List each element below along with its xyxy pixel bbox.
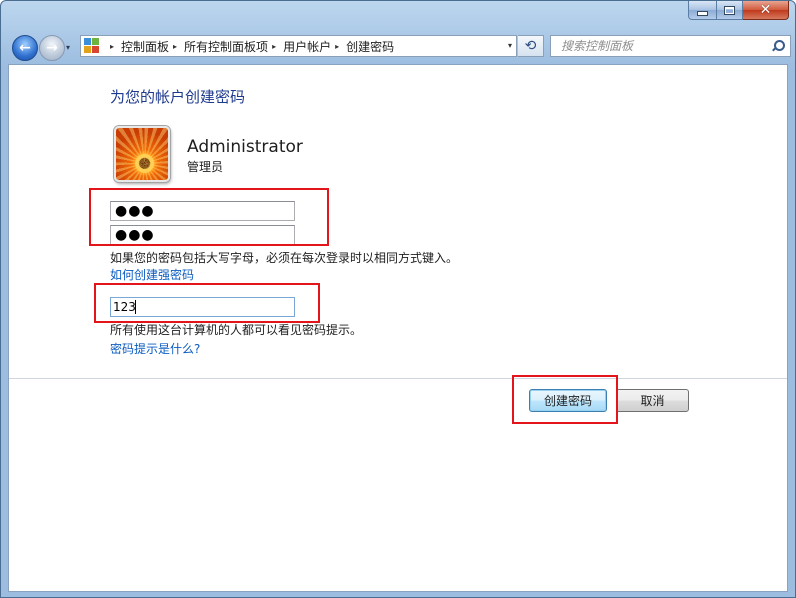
case-sensitivity-note: 如果您的密码包括大写字母，必须在每次登录时以相同方式键入。	[110, 251, 459, 265]
account-role: 管理员	[187, 160, 224, 174]
back-arrow-icon: ←	[19, 40, 31, 56]
breadcrumb-separator[interactable]: ▸	[335, 42, 339, 51]
strong-password-link[interactable]: 如何创建强密码	[110, 266, 194, 283]
control-panel-icon	[84, 38, 100, 54]
password-hint-help-link[interactable]: 密码提示是什么?	[110, 340, 200, 357]
refresh-icon: ⟲	[524, 38, 537, 54]
address-dropdown-icon[interactable]: ▾	[508, 41, 512, 50]
breadcrumb-separator[interactable]: ▸	[110, 42, 114, 51]
search-box[interactable]	[550, 35, 791, 57]
back-button[interactable]: ←	[12, 35, 38, 61]
address-bar[interactable]: ▸ 控制面板 ▸ 所有控制面板项 ▸ 用户帐户 ▸ 创建密码 ▾	[80, 35, 517, 57]
password-hint-field[interactable]	[110, 297, 295, 317]
create-password-button[interactable]: 创建密码	[529, 389, 607, 412]
text-caret	[135, 300, 136, 314]
breadcrumb-create-password[interactable]: 创建密码	[346, 38, 394, 55]
account-name: Administrator	[187, 137, 303, 157]
user-avatar	[114, 126, 170, 182]
page-title: 为您的帐户创建密码	[110, 88, 246, 106]
footer-divider	[9, 378, 787, 379]
hint-visibility-note: 所有使用这台计算机的人都可以看见密码提示。	[110, 323, 363, 337]
refresh-button[interactable]: ⟲	[518, 35, 544, 57]
forward-button[interactable]: →	[39, 35, 65, 61]
breadcrumb-separator[interactable]: ▸	[272, 42, 276, 51]
maximize-icon	[724, 5, 735, 15]
breadcrumb-control-panel[interactable]: 控制面板	[121, 38, 169, 55]
close-button[interactable]: ✕	[743, 1, 789, 20]
confirm-password-field[interactable]	[110, 225, 295, 245]
recent-pages-dropdown[interactable]: ▾	[66, 43, 70, 52]
search-input[interactable]	[559, 36, 771, 56]
caption-buttons: ✕	[688, 1, 789, 21]
minimize-button[interactable]	[688, 1, 717, 20]
minimize-icon	[697, 10, 708, 16]
maximize-button[interactable]	[717, 1, 743, 20]
search-icon[interactable]	[771, 39, 785, 53]
breadcrumb-separator[interactable]: ▸	[173, 42, 177, 51]
new-password-field[interactable]	[110, 201, 295, 221]
cancel-button[interactable]: 取消	[616, 389, 689, 412]
breadcrumb-user-accounts[interactable]: 用户帐户	[283, 38, 331, 55]
breadcrumb-all-items[interactable]: 所有控制面板项	[184, 38, 268, 55]
close-icon: ✕	[759, 2, 772, 18]
forward-arrow-icon: →	[46, 40, 58, 56]
